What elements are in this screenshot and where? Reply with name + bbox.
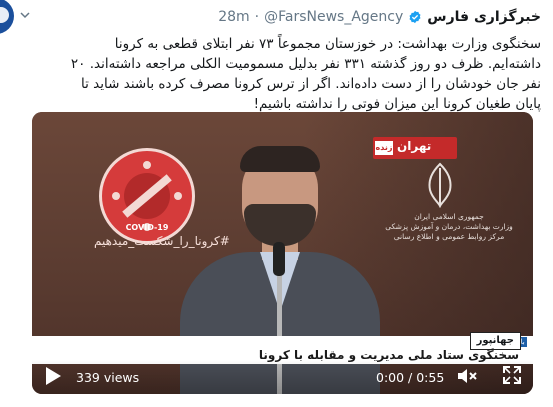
- author-handle[interactable]: @FarsNews_Agency: [264, 9, 403, 25]
- microphone: [273, 242, 285, 276]
- chevron-down-icon[interactable]: [20, 10, 30, 20]
- live-label: زنده: [375, 141, 393, 155]
- virus-spike: [174, 192, 182, 200]
- badge-caption: COVID-19: [125, 223, 169, 232]
- tweet-header: 28m · @FarsNews_Agency خبرگزاری فارس: [218, 6, 541, 28]
- tweet-card[interactable]: 28m · @FarsNews_Agency خبرگزاری فارس سخن…: [0, 0, 553, 407]
- virus-spike: [112, 192, 120, 200]
- view-count: 339 views: [76, 370, 140, 385]
- ministry-line: جمهوری اسلامی ایران: [414, 212, 484, 221]
- ministry-line: وزارت بهداشت، درمان و آموزش پزشکی: [385, 222, 513, 231]
- tweet-text: سخنگوی وزارت بهداشت: در خوزستان مجموعاً …: [7, 34, 541, 114]
- timestamp[interactable]: 28m: [218, 9, 249, 25]
- ministry-emblem-icon: [428, 162, 452, 208]
- covid-badge-logo: COVID-19: [99, 148, 195, 244]
- channel-logo-text: تهران: [397, 139, 432, 153]
- video-time: 0:00 / 0:55: [376, 370, 445, 385]
- separator: ·: [254, 9, 260, 25]
- fullscreen-icon[interactable]: [502, 365, 522, 385]
- ministry-line: مرکز روابط عمومی و اطلاع رسانی: [393, 232, 505, 241]
- campaign-hashtag: #کرونا_را_شکست_میدهیم: [94, 234, 230, 248]
- mute-icon[interactable]: [456, 366, 478, 386]
- tweet-text-line: نفر جان خودشان را از دست داده‌اند. اگر ا…: [81, 76, 541, 92]
- verified-badge-icon: [409, 10, 421, 24]
- ministry-text: جمهوری اسلامی ایران وزارت بهداشت، درمان …: [374, 212, 524, 242]
- tweet-text-line: پایان طغیان کرونا این میزان فوتی را نداش…: [253, 96, 541, 112]
- avatar[interactable]: [0, 0, 14, 34]
- virus-spike: [143, 161, 151, 169]
- author-name[interactable]: خبرگزاری فارس: [427, 9, 541, 25]
- tweet-text-line: سخنگوی وزارت بهداشت: در خوزستان مجموعاً …: [114, 36, 541, 52]
- tweet-text-line: داشته‌ایم. ظرف دو روز گذشته ۳۳۱ نفر بدلی…: [70, 56, 541, 72]
- play-icon[interactable]: [44, 366, 62, 386]
- video-player[interactable]: COVID-19 #کرونا_را_شکست_میدهیم زنده تهرا…: [32, 112, 533, 394]
- speaker-hair: [240, 146, 320, 172]
